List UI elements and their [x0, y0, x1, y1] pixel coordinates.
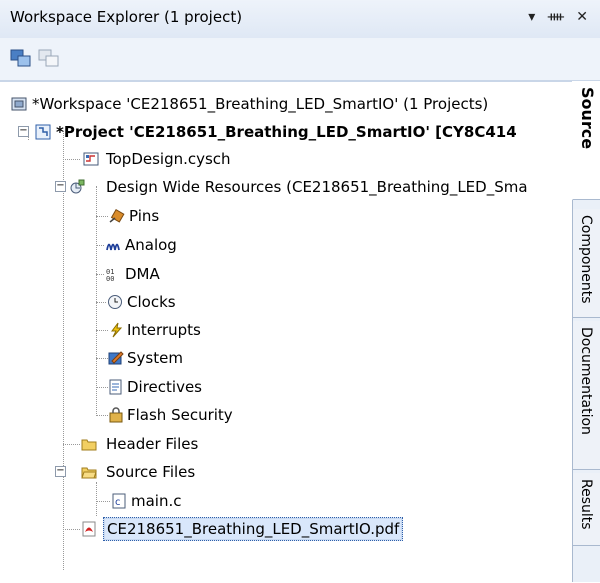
add-new-item-icon[interactable] — [38, 48, 60, 68]
interrupts-icon — [111, 322, 123, 338]
system-icon — [108, 351, 124, 365]
workspace-tree: *Workspace 'CE218651_Breathing_LED_Smart… — [0, 81, 572, 583]
directives-label: Directives — [127, 378, 202, 396]
workspace-icon — [11, 97, 27, 111]
flash-security-label: Flash Security — [127, 406, 233, 424]
analog-icon — [106, 243, 120, 251]
tab-components[interactable]: Components — [573, 209, 600, 318]
dma-label: DMA — [125, 265, 160, 283]
clock-icon — [108, 295, 122, 309]
pins-icon — [109, 208, 125, 223]
topdesign-label: TopDesign.cysch — [106, 150, 231, 168]
svg-text:c: c — [115, 497, 121, 508]
svg-text:00: 00 — [106, 275, 114, 282]
folder-open-icon — [81, 467, 97, 479]
flash-security-icon — [109, 407, 123, 423]
panel-title: Workspace Explorer (1 project) — [10, 8, 243, 26]
toolbar — [0, 38, 600, 81]
folder-icon — [81, 439, 97, 451]
add-existing-item-icon[interactable] — [10, 48, 32, 68]
header-files-label: Header Files — [106, 435, 199, 453]
side-tab-strip: Source Components Documentation Results — [572, 81, 600, 582]
tab-results[interactable]: Results — [573, 473, 600, 546]
pins-label: Pins — [129, 207, 160, 225]
collapse-icon[interactable]: − — [55, 181, 66, 192]
tab-source[interactable]: Source — [572, 81, 600, 200]
dropdown-icon[interactable]: ▾ — [528, 9, 539, 25]
project-icon — [35, 124, 51, 140]
pdf-icon — [82, 521, 96, 537]
collapse-icon[interactable]: − — [55, 466, 66, 477]
c-file-icon: c — [112, 493, 126, 509]
clocks-label: Clocks — [127, 293, 176, 311]
pin-icon[interactable]: ᚓ — [548, 9, 568, 25]
workspace-label: *Workspace 'CE218651_Breathing_LED_Smart… — [32, 95, 489, 113]
panel-titlebar: Workspace Explorer (1 project) ▾ ᚓ ✕ — [0, 0, 600, 39]
directives-icon — [109, 379, 122, 395]
dma-icon: 01 00 — [106, 268, 114, 282]
analog-label: Analog — [125, 236, 177, 254]
panel-controls[interactable]: ▾ ᚓ ✕ — [528, 9, 592, 25]
close-icon[interactable]: ✕ — [576, 9, 592, 25]
project-label: *Project 'CE218651_Breathing_LED_SmartIO… — [56, 123, 517, 141]
schematic-icon — [83, 152, 99, 166]
dwr-icon — [70, 179, 85, 194]
main-c-label: main.c — [131, 492, 182, 510]
dwr-label: Design Wide Resources (CE218651_Breathin… — [106, 178, 528, 196]
interrupts-label: Interrupts — [127, 321, 201, 339]
tab-documentation[interactable]: Documentation — [573, 321, 600, 470]
pdf-label: CE218651_Breathing_LED_SmartIO.pdf — [103, 517, 404, 541]
source-files-label: Source Files — [106, 463, 196, 481]
collapse-icon[interactable]: − — [18, 126, 29, 137]
system-label: System — [127, 349, 183, 367]
